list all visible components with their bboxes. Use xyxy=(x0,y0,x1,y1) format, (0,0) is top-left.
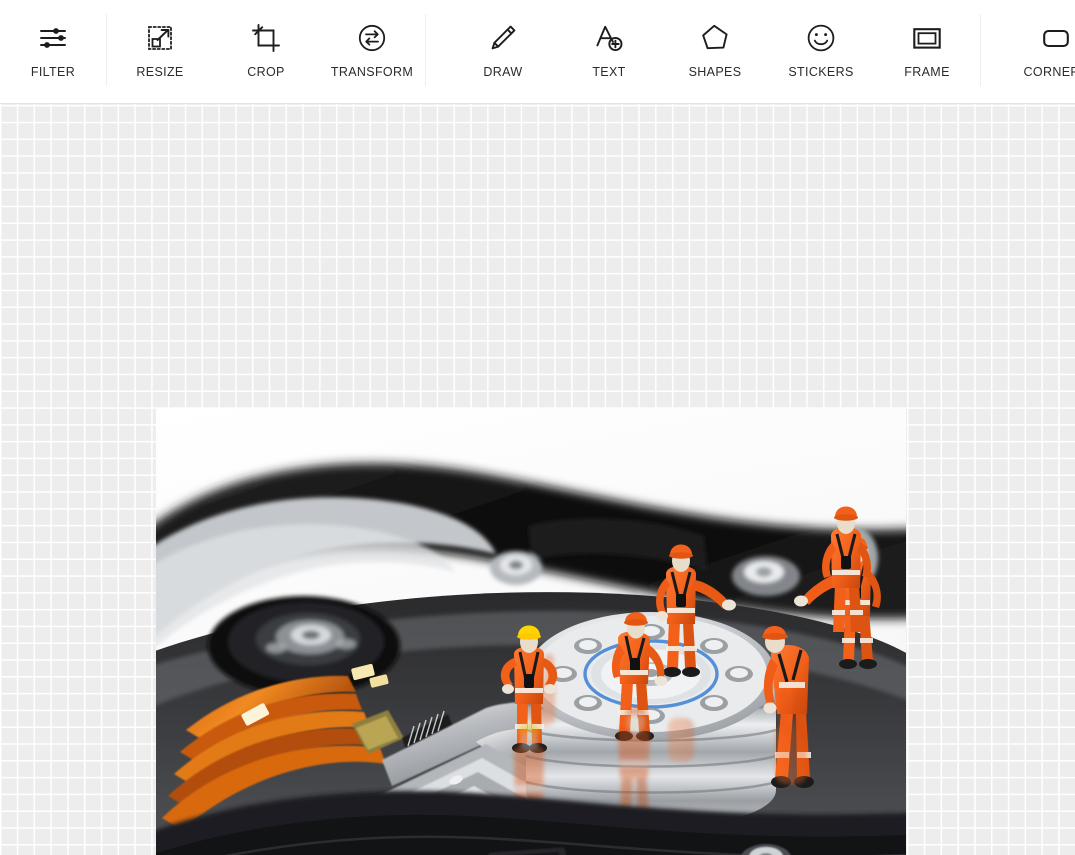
editor-toolbar: FILTER RESIZE CROP TRANSFORM DRAW TEXT S… xyxy=(0,0,1075,104)
resize-icon xyxy=(143,21,177,55)
hard-drive-photo-illustration xyxy=(156,408,906,855)
tool-frame-label: FRAME xyxy=(904,65,950,79)
tool-resize[interactable]: RESIZE xyxy=(107,0,213,104)
tool-shapes-label: SHAPES xyxy=(688,65,742,79)
pencil-icon xyxy=(486,21,520,55)
tool-shapes[interactable]: SHAPES xyxy=(662,0,768,104)
tool-crop[interactable]: CROP xyxy=(213,0,319,104)
canvas-photo[interactable] xyxy=(156,408,906,855)
toolbar-group-finishing: CORNERS BACKGROUND MERGE xyxy=(981,0,1075,104)
tool-draw[interactable]: DRAW xyxy=(450,0,556,104)
tool-transform-label: TRANSFORM xyxy=(330,65,414,79)
tool-filter[interactable]: FILTER xyxy=(0,0,106,104)
picture-frame-icon xyxy=(910,21,944,55)
crop-icon xyxy=(249,21,283,55)
toolbar-group-adjust: FILTER xyxy=(0,0,106,104)
add-text-icon xyxy=(592,21,626,55)
tool-frame[interactable]: FRAME xyxy=(874,0,980,104)
smiley-face-icon xyxy=(804,21,838,55)
tool-text[interactable]: TEXT xyxy=(556,0,662,104)
editor-canvas-area[interactable] xyxy=(0,104,1075,855)
tool-filter-label: FILTER xyxy=(30,65,76,79)
tool-stickers-label: STICKERS xyxy=(788,65,854,79)
toolbar-group-creative: DRAW TEXT SHAPES STICKERS FRAME xyxy=(426,0,980,104)
tool-crop-label: CROP xyxy=(247,65,285,79)
tool-resize-label: RESIZE xyxy=(136,65,184,79)
tool-corners-label: CORNERS xyxy=(1023,65,1075,79)
tool-stickers[interactable]: STICKERS xyxy=(768,0,874,104)
sliders-icon xyxy=(36,21,70,55)
toolbar-group-geometry: RESIZE CROP TRANSFORM xyxy=(107,0,425,104)
tool-transform[interactable]: TRANSFORM xyxy=(319,0,425,104)
rounded-rect-icon xyxy=(1039,21,1073,55)
tool-text-label: TEXT xyxy=(592,65,626,79)
tool-corners[interactable]: CORNERS xyxy=(1003,0,1075,104)
polygon-shape-icon xyxy=(698,21,732,55)
transform-refresh-icon xyxy=(355,21,389,55)
tool-draw-label: DRAW xyxy=(483,65,523,79)
